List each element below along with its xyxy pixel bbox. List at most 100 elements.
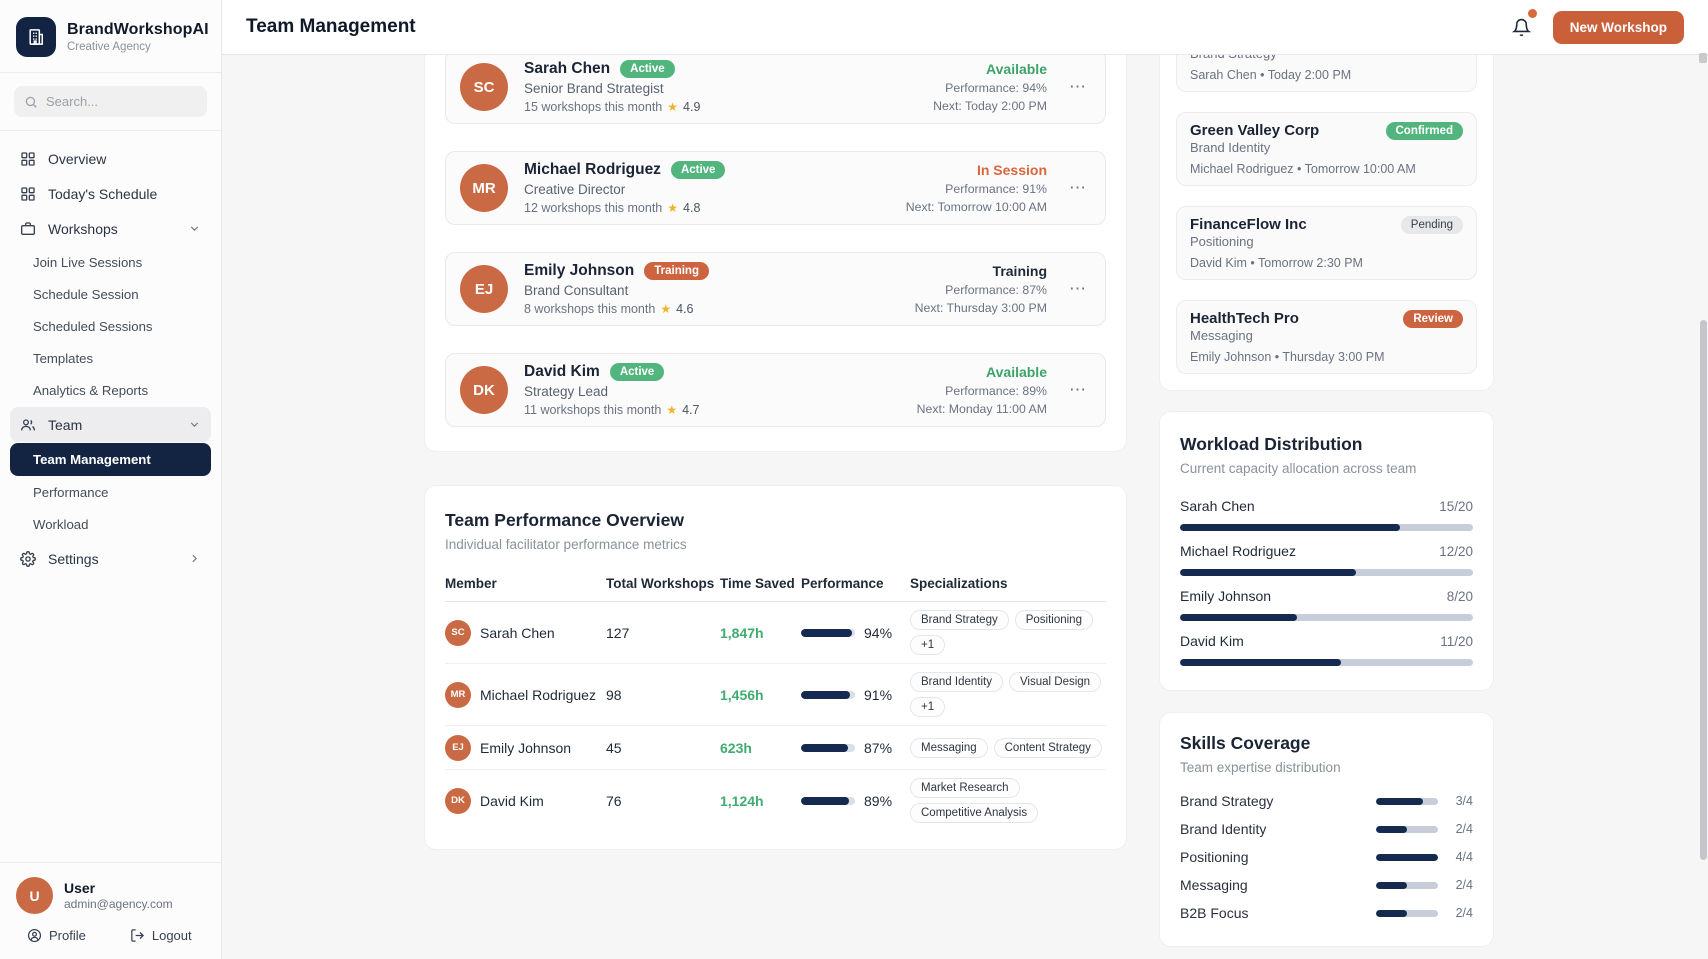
sidebar-item-team[interactable]: Team — [10, 407, 211, 442]
sidebar-item-overview[interactable]: Overview — [10, 141, 211, 176]
sidebar-item-analytics-reports[interactable]: Analytics & Reports — [10, 375, 211, 406]
topbar: Team Management New Workshop — [222, 0, 1708, 55]
skill-bar — [1376, 798, 1438, 805]
skill-name: Messaging — [1180, 877, 1248, 893]
member-workshops: 11 workshops this month — [524, 403, 661, 417]
panel-title: Team Performance Overview — [445, 510, 1106, 531]
table-row: SC Sarah Chen 127 1,847h 94% Brand Strat… — [445, 602, 1106, 664]
panel-subtitle: Current capacity allocation across team — [1180, 461, 1473, 476]
scrollbar-thumb[interactable] — [1700, 320, 1707, 860]
session-card[interactable]: Brand Strategy Sarah Chen • Today 2:00 P… — [1176, 55, 1477, 92]
new-workshop-button[interactable]: New Workshop — [1553, 11, 1684, 44]
availability-status: In Session — [906, 162, 1047, 178]
session-type: Positioning — [1190, 234, 1463, 249]
avatar: EJ — [445, 735, 471, 761]
member-next-session: Next: Thursday 3:00 PM — [915, 301, 1047, 315]
sidebar-item-join-live-sessions[interactable]: Join Live Sessions — [10, 247, 211, 278]
member-name: Emily Johnson — [524, 262, 634, 280]
column-header: Specializations — [910, 576, 1106, 591]
member-next-session: Next: Today 2:00 PM — [933, 99, 1047, 113]
member-name: Sarah Chen — [524, 60, 610, 78]
sidebar-item-team-management[interactable]: Team Management — [10, 443, 211, 476]
member-role: Brand Consultant — [524, 283, 709, 298]
search-icon — [24, 95, 38, 109]
search-input[interactable]: Search... — [14, 86, 207, 117]
status-badge: Active — [671, 161, 726, 179]
performance-value: 89% — [864, 793, 892, 809]
availability-status: Available — [917, 364, 1047, 380]
specialization-chip: Competitive Analysis — [910, 803, 1038, 823]
member-rating: 4.8 — [683, 201, 700, 215]
workload-row: David Kim 11/20 — [1180, 631, 1473, 666]
chevron-down-icon — [188, 222, 201, 235]
member-card-emily-johnson: EJ Emily Johnson Training Brand Consulta… — [445, 252, 1106, 326]
brand-logo-icon — [16, 17, 56, 57]
sidebar-nav: Overview Today's Schedule Workshops Join… — [0, 131, 221, 576]
session-card-green-valley-corp[interactable]: Green Valley Corp Confirmed Brand Identi… — [1176, 112, 1477, 186]
sidebar-item-templates[interactable]: Templates — [10, 343, 211, 374]
column-header: Member — [445, 576, 606, 591]
member-card-david-kim: DK David Kim Active Strategy Lead 11 wor… — [445, 353, 1106, 427]
session-client: HealthTech Pro — [1190, 310, 1299, 327]
search-placeholder: Search... — [46, 94, 98, 109]
member-performance: Performance: 87% — [915, 283, 1047, 297]
sidebar-item-schedule-session[interactable]: Schedule Session — [10, 279, 211, 310]
workload-bar — [1180, 659, 1473, 666]
specialization-chip: Content Strategy — [994, 738, 1102, 758]
sidebar-item-performance[interactable]: Performance — [10, 477, 211, 508]
logout-button[interactable]: Logout — [130, 928, 192, 943]
session-card-financeflow-inc[interactable]: FinanceFlow Inc Pending Positioning Davi… — [1176, 206, 1477, 280]
sidebar-item-scheduled-sessions[interactable]: Scheduled Sessions — [10, 311, 211, 342]
session-status-badge: Pending — [1401, 216, 1463, 234]
profile-button[interactable]: Profile — [27, 928, 86, 943]
specialization-chip: Positioning — [1015, 610, 1093, 630]
panel-title: Skills Coverage — [1180, 733, 1473, 754]
chevron-down-icon — [188, 418, 201, 431]
member-performance: Performance: 94% — [933, 81, 1047, 95]
member-rating: 4.6 — [676, 302, 693, 316]
status-badge: Active — [620, 60, 675, 78]
session-type: Brand Strategy — [1190, 55, 1463, 61]
brand: BrandWorkshopAI Creative Agency — [0, 0, 221, 72]
specialization-chip: +1 — [910, 635, 945, 655]
session-detail: Sarah Chen • Today 2:00 PM — [1190, 68, 1463, 82]
sidebar-item-workload[interactable]: Workload — [10, 509, 211, 540]
grid-icon — [20, 151, 36, 167]
skills-coverage-panel: Skills Coverage Team expertise distribut… — [1159, 712, 1494, 947]
scrollbar-up-arrow[interactable] — [1699, 53, 1707, 63]
member-name: Sarah Chen — [480, 625, 555, 641]
profile-icon — [27, 928, 42, 943]
avatar: MR — [445, 682, 471, 708]
star-icon: ★ — [666, 403, 677, 417]
member-name: David Kim — [480, 793, 544, 809]
workload-value: 8/20 — [1447, 589, 1473, 604]
users-icon — [20, 417, 36, 433]
member-workshops: 12 workshops this month — [524, 201, 662, 215]
column-header: Total Workshops — [606, 576, 720, 591]
workload-row: Emily Johnson 8/20 — [1180, 586, 1473, 621]
session-detail: David Kim • Tomorrow 2:30 PM — [1190, 256, 1463, 270]
workload-name: Michael Rodriguez — [1180, 543, 1296, 559]
member-role: Creative Director — [524, 182, 725, 197]
session-type: Brand Identity — [1190, 140, 1463, 155]
total-workshops: 76 — [606, 793, 720, 809]
workload-row: Sarah Chen 15/20 — [1180, 496, 1473, 531]
session-card-healthtech-pro[interactable]: HealthTech Pro Review Messaging Emily Jo… — [1176, 300, 1477, 374]
more-options-button[interactable]: ⋯ — [1063, 376, 1093, 404]
specialization-chip: Messaging — [910, 738, 988, 758]
skill-value: 2/4 — [1447, 822, 1473, 836]
availability-status: Available — [933, 61, 1047, 77]
notifications-button[interactable] — [1512, 18, 1531, 37]
sidebar-item-settings[interactable]: Settings — [10, 541, 211, 576]
sidebar-item-workshops[interactable]: Workshops — [10, 211, 211, 246]
workload-bar — [1180, 569, 1473, 576]
member-workshops: 8 workshops this month — [524, 302, 655, 316]
more-options-button[interactable]: ⋯ — [1063, 73, 1093, 101]
session-status-badge: Confirmed — [1386, 122, 1464, 140]
more-options-button[interactable]: ⋯ — [1063, 174, 1093, 202]
sidebar-item-todays-schedule[interactable]: Today's Schedule — [10, 176, 211, 211]
upcoming-sessions-panel: Brand Strategy Sarah Chen • Today 2:00 P… — [1159, 55, 1494, 391]
notification-dot — [1528, 9, 1537, 18]
table-header: Member Total Workshops Time Saved Perfor… — [445, 568, 1106, 602]
more-options-button[interactable]: ⋯ — [1063, 275, 1093, 303]
